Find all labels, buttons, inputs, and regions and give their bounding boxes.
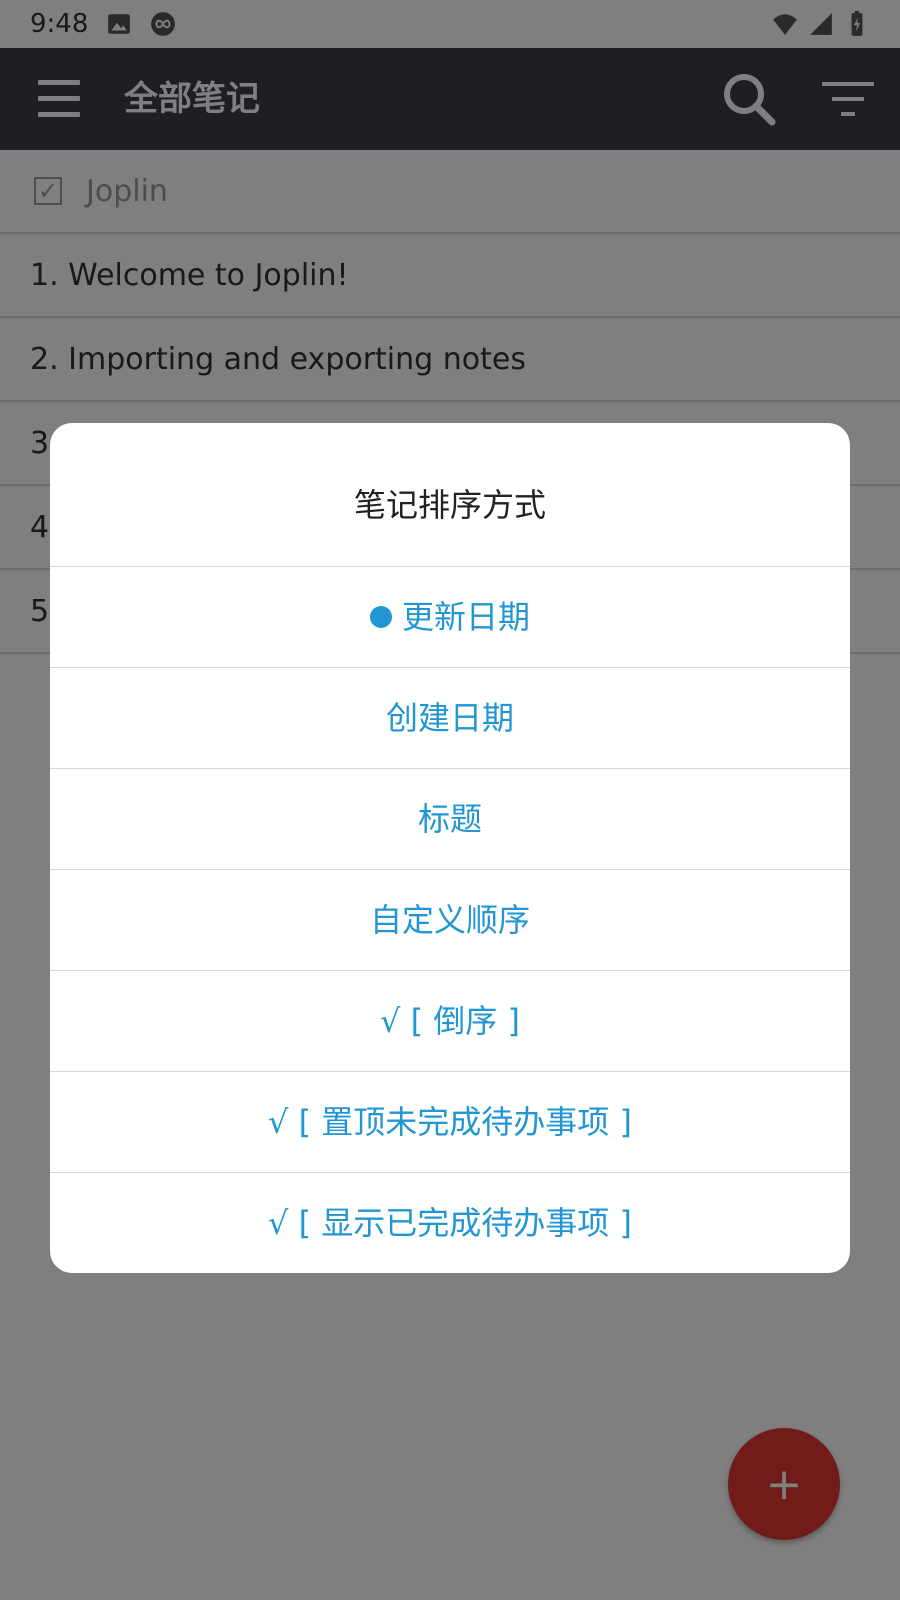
sort-option-updated-date[interactable]: 更新日期	[50, 567, 850, 668]
option-label: 标题	[417, 800, 482, 838]
sort-option-show-completed-todos[interactable]: √ [ 显示已完成待办事项 ]	[50, 1173, 850, 1273]
sort-dialog: 笔记排序方式 更新日期 创建日期 标题 自定义顺序 √ [ 倒序 ] √ [ 置…	[50, 423, 850, 1273]
option-label: √ [ 显示已完成待办事项 ]	[268, 1204, 632, 1242]
sort-option-created-date[interactable]: 创建日期	[50, 668, 850, 769]
sort-option-reverse[interactable]: √ [ 倒序 ]	[50, 971, 850, 1072]
sort-option-custom-order[interactable]: 自定义顺序	[50, 870, 850, 971]
option-label: 更新日期	[401, 598, 530, 636]
dialog-title: 笔记排序方式	[50, 423, 850, 567]
sort-option-title[interactable]: 标题	[50, 769, 850, 870]
sort-option-pin-uncompleted-todos[interactable]: √ [ 置顶未完成待办事项 ]	[50, 1072, 850, 1173]
option-label: √ [ 置顶未完成待办事项 ]	[268, 1103, 632, 1141]
option-label: √ [ 倒序 ]	[380, 1002, 520, 1040]
option-label: 自定义顺序	[369, 901, 530, 939]
selected-dot-icon	[369, 606, 392, 628]
option-label: 创建日期	[385, 699, 514, 737]
